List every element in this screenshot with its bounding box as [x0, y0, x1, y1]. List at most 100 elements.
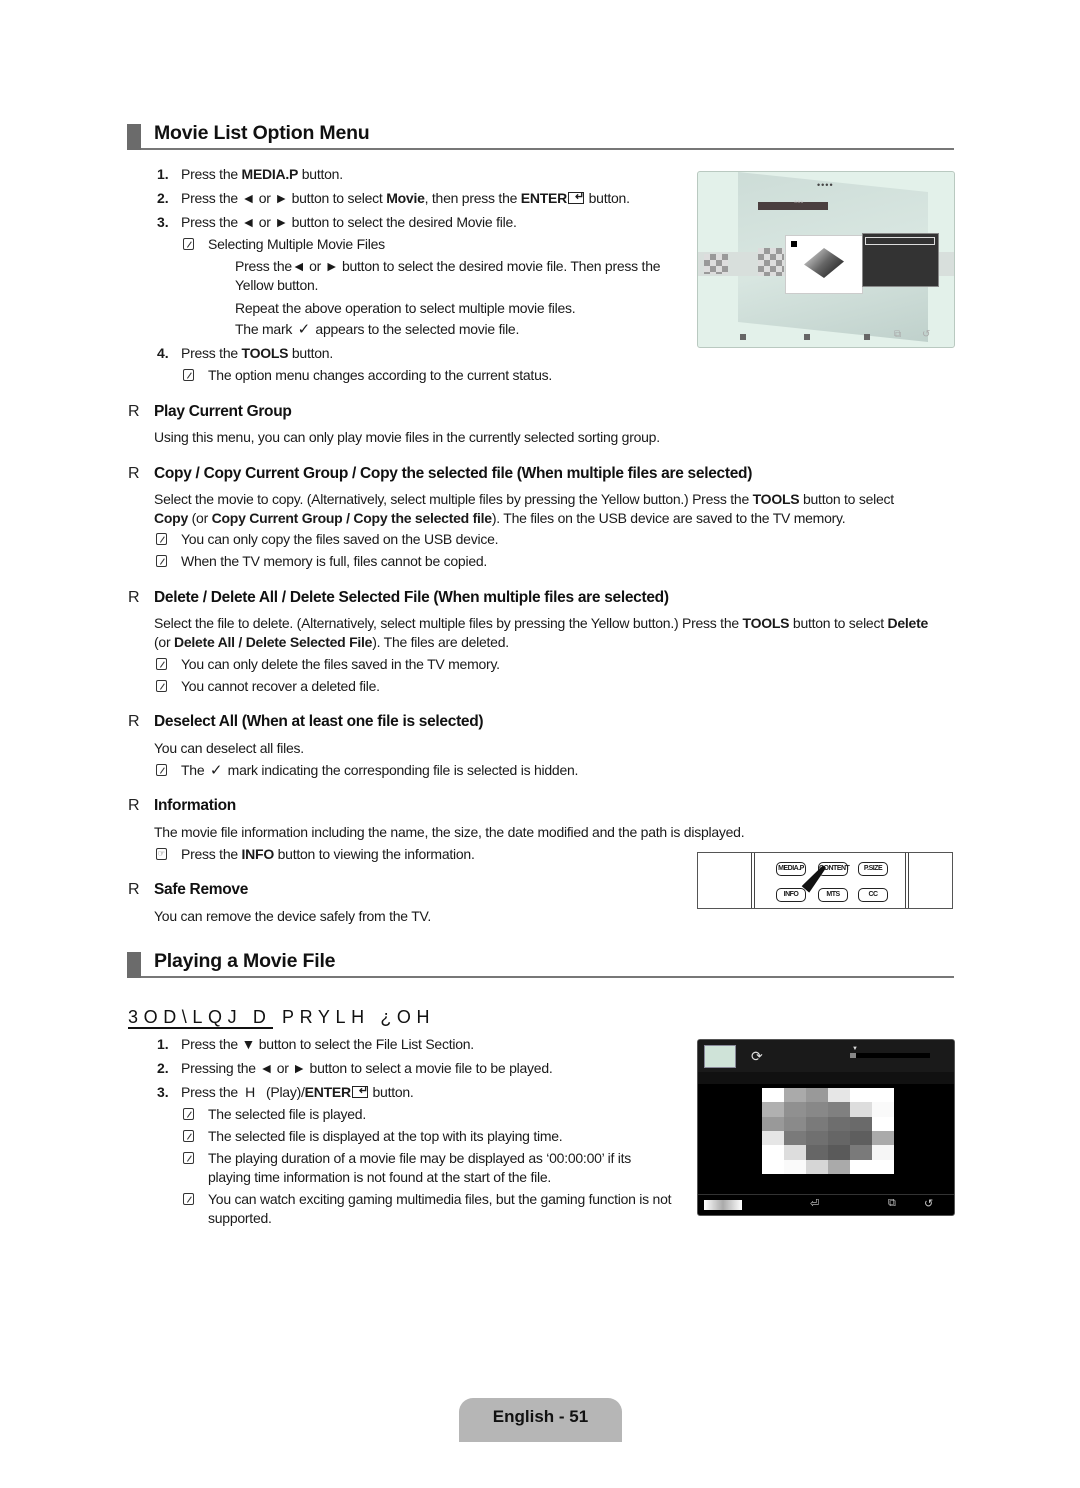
footer-label [704, 1200, 742, 1210]
note-icon [183, 1130, 194, 1142]
frame-pixel [872, 1159, 894, 1174]
bullet: R [128, 713, 140, 730]
option-heading: Play Current Group [154, 403, 292, 420]
note-icon [183, 238, 194, 250]
frame-pixel [806, 1159, 828, 1174]
return-icon: ↺ [924, 1198, 934, 1210]
frame-pixel [784, 1088, 806, 1103]
note-icon [183, 1152, 194, 1164]
step-text: Press the ◄ or ► button to select Movie,… [181, 189, 630, 207]
movie-frame [762, 1088, 894, 1174]
indented-text: Repeat the above operation to select mul… [235, 300, 576, 316]
step-number: 3. [157, 1084, 169, 1100]
bullet: R [128, 797, 140, 814]
frame-pixel [762, 1159, 784, 1174]
color-key-icon [740, 334, 746, 340]
frame-pixel [806, 1116, 828, 1131]
frame-pixel [784, 1130, 806, 1146]
note-icon [156, 680, 167, 692]
frame-pixel [762, 1130, 784, 1146]
option-body: Copy (or Copy Current Group / Copy the s… [154, 510, 846, 526]
frame-pixel [762, 1116, 784, 1131]
step-text: Press the MEDIA.P button. [181, 166, 343, 182]
step-text: Press the H (Play)/ENTER button. [181, 1083, 414, 1101]
movie-list-screenshot: •••• *** ⧉ ↺ [697, 171, 955, 348]
tools-option-menu [862, 233, 939, 287]
movie-thumbnail-image [804, 248, 844, 278]
option-heading: Delete / Delete All / Delete Selected Fi… [154, 589, 669, 606]
note-text: You can watch exciting gaming multimedia… [208, 1191, 672, 1207]
selection-mark-icon [790, 240, 798, 248]
heading-bar [127, 952, 141, 978]
frame-pixel [762, 1145, 784, 1160]
step-text: Press the ▼ button to select the File Li… [181, 1036, 474, 1052]
remote-button-media-p: MEDIA.P [776, 862, 806, 876]
remote-button-mts: MTS [818, 888, 848, 902]
frame-pixel [850, 1116, 872, 1131]
frame-pixel [828, 1130, 850, 1146]
remote-button-cc: CC [858, 888, 888, 902]
frame-pixel [784, 1145, 806, 1160]
color-key-icon [804, 334, 810, 340]
bullet: R [128, 465, 140, 482]
note-text: You cannot recover a deleted file. [181, 678, 380, 694]
frame-pixel [762, 1088, 784, 1103]
option-heading: Copy / Copy Current Group / Copy the sel… [154, 465, 753, 482]
note-text: You can only copy the files saved on the… [181, 531, 499, 547]
note-text: You can only delete the files saved in t… [181, 656, 500, 672]
note-icon [183, 1193, 194, 1205]
enter-icon: ⏎ [810, 1198, 820, 1210]
highlighted-menu-item [865, 237, 935, 245]
screen-footer: ⧉ ↺ [698, 325, 954, 347]
frame-pixel [850, 1130, 872, 1146]
enter-icon [568, 189, 584, 206]
title-bar: *** [758, 199, 828, 210]
tools-icon: ⧉ [894, 329, 902, 340]
frame-pixel [872, 1088, 894, 1103]
note-icon [156, 658, 167, 670]
file-thumbnail [704, 1045, 736, 1068]
step-text: Press the ◄ or ► button to select the de… [181, 214, 517, 230]
remote-edge [751, 853, 755, 908]
frame-pixel [850, 1088, 872, 1103]
step-text: Pressing the ◄ or ► button to select a m… [181, 1060, 553, 1076]
frame-pixel [828, 1145, 850, 1160]
step-number: 1. [157, 166, 169, 182]
indented-text: Yellow button. [235, 277, 319, 293]
section-heading-movie-list-option-menu: Movie List Option Menu [127, 122, 954, 150]
frame-pixel [872, 1116, 894, 1131]
frame-pixel [784, 1102, 806, 1117]
note-text: playing time information is not found at… [208, 1169, 551, 1185]
note-text: The option menu changes according to the… [208, 367, 552, 383]
frame-pixel [872, 1130, 894, 1146]
frame-pixel [784, 1116, 806, 1131]
frame-pixel [784, 1159, 806, 1174]
note-icon [156, 764, 167, 776]
frame-pixel [828, 1102, 850, 1117]
sub-heading-underline [128, 1027, 273, 1029]
note-text: The playing duration of a movie file may… [208, 1150, 632, 1166]
note-text: Press the INFO button to viewing the inf… [181, 846, 475, 862]
thumbnail [758, 248, 784, 276]
indented-text: Press the◄ or ► button to select the des… [235, 258, 661, 274]
frame-pixel [850, 1145, 872, 1160]
frame-pixel [806, 1102, 828, 1117]
repeat-icon: ⟳ [751, 1048, 763, 1064]
frame-pixel [850, 1159, 872, 1174]
page-indicator-dots: •••• [817, 180, 834, 190]
option-body: Using this menu, you can only play movie… [154, 429, 660, 445]
section-title: Movie List Option Menu [154, 122, 370, 144]
note-icon [183, 1108, 194, 1120]
option-heading: Information [154, 797, 236, 814]
remote-hand-icon: ☞ [156, 848, 167, 860]
enter-icon [351, 1083, 368, 1100]
frame-pixel [828, 1159, 850, 1174]
frame-pixel [872, 1102, 894, 1117]
check-mark-icon: ✓ [297, 321, 311, 338]
note-text: The selected file is played. [208, 1106, 366, 1122]
remote-button-p-size: P.SIZE [858, 862, 888, 876]
note-text: The selected file is displayed at the to… [208, 1128, 563, 1144]
remote-button-info: INFO [776, 888, 806, 902]
frame-pixel [806, 1145, 828, 1160]
step-number: 1. [157, 1036, 169, 1052]
